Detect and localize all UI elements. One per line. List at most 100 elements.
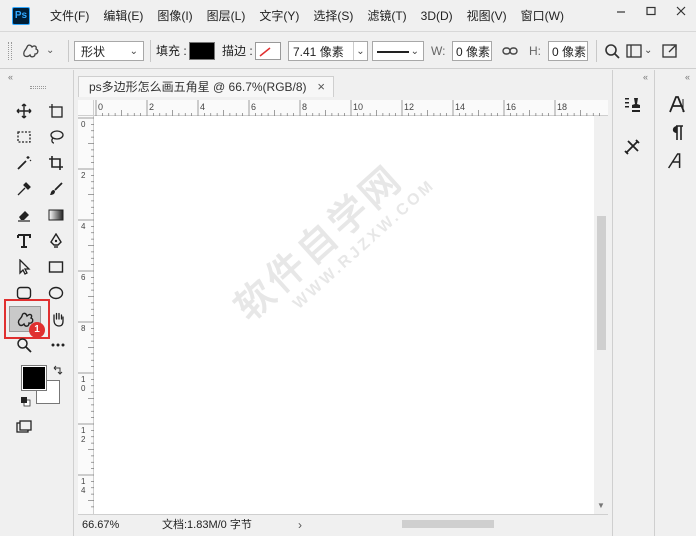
horizontal-scroll-thumb[interactable] [402, 520, 494, 528]
artboard-tool[interactable] [44, 100, 68, 122]
document-canvas[interactable] [94, 116, 594, 514]
document-tab[interactable]: ps多边形怎么画五角星 @ 66.7%(RGB/8) × [78, 76, 334, 97]
stroke-swatch[interactable] [255, 42, 281, 60]
fill-swatch[interactable] [189, 42, 215, 60]
ruler-label: 4 [81, 486, 86, 495]
width-input[interactable]: 0 像素 [452, 41, 492, 61]
type-icon [17, 234, 31, 248]
menu-type[interactable]: 文字(Y) [259, 0, 299, 32]
custom-shape-icon [23, 44, 39, 58]
more-tools-button[interactable] [46, 334, 70, 356]
close-document-button[interactable]: × [317, 77, 325, 97]
path-selection-tool[interactable] [12, 256, 36, 278]
photoshop-logo: Ps [12, 7, 30, 25]
ruler-label: 1 [81, 426, 86, 435]
pen-icon [50, 233, 62, 248]
stroke-label: 描边 : [222, 44, 253, 58]
search-button[interactable] [604, 41, 620, 61]
zoom-level[interactable]: 66.67% [82, 515, 119, 535]
zoom-tool[interactable] [12, 334, 36, 356]
artboard-icon [49, 104, 63, 118]
eraser-tool[interactable] [12, 204, 36, 226]
window-controls [606, 0, 696, 22]
scroll-down-icon[interactable]: ▼ [597, 501, 605, 510]
stroke-width-input[interactable]: 7.41 像素 ⌄ [288, 41, 368, 61]
hand-tool[interactable] [46, 308, 70, 330]
collapse-panel-icon[interactable]: « [8, 72, 13, 82]
move-tool[interactable] [12, 100, 36, 122]
ruler-label: 16 [506, 102, 516, 112]
brush-icon [50, 182, 63, 195]
maximize-button[interactable] [636, 0, 666, 22]
vertical-scrollbar[interactable]: ▼ [594, 116, 608, 514]
quick-mask-button[interactable] [12, 416, 36, 438]
vertical-scroll-thumb[interactable] [597, 216, 606, 350]
collapse-panel-icon[interactable]: « [685, 72, 690, 82]
crop-tool[interactable] [44, 152, 68, 174]
stroke-type-select[interactable]: ⌄ [372, 41, 424, 61]
paragraph-panel-button[interactable] [659, 120, 695, 146]
workspace-icon [626, 44, 642, 58]
horizontal-ruler: 0 2 4 6 8 10 12 14 16 18 [78, 100, 608, 116]
menu-select[interactable]: 选择(S) [313, 0, 353, 32]
no-stroke-icon [259, 47, 271, 57]
height-input[interactable]: 0 像素 [548, 41, 588, 61]
default-colors-button[interactable] [20, 396, 32, 408]
link-dimensions-button[interactable] [502, 41, 518, 61]
menu-file[interactable]: 文件(F) [50, 0, 89, 32]
ruler-origin[interactable] [78, 100, 94, 116]
more-icon [51, 343, 65, 347]
move-icon [16, 103, 32, 119]
pen-tool[interactable] [44, 230, 68, 252]
marquee-tool[interactable] [12, 126, 36, 148]
minimize-button[interactable] [606, 0, 636, 22]
chevron-down-icon: ⌄ [644, 45, 653, 56]
ruler-label: 4 [200, 102, 205, 112]
lasso-tool[interactable] [44, 126, 68, 148]
menu-filter[interactable]: 滤镜(T) [367, 0, 406, 32]
hand-icon [53, 312, 64, 327]
collapse-panel-icon[interactable]: « [643, 72, 648, 82]
ruler-label: 14 [455, 102, 465, 112]
close-window-button[interactable] [666, 0, 696, 22]
menu-image[interactable]: 图像(I) [157, 0, 192, 32]
glyphs-panel-button[interactable] [659, 148, 695, 174]
ruler-label: 0 [98, 102, 103, 112]
rectangle-icon [48, 261, 64, 273]
tools-panel: « 1 [0, 70, 74, 536]
type-tool[interactable] [12, 230, 36, 252]
panel-dock-1: « [612, 70, 652, 536]
status-menu-arrow-icon[interactable]: › [298, 515, 302, 535]
chevron-down-icon: ⌄ [353, 42, 367, 60]
divider [596, 40, 597, 62]
rectangle-tool[interactable] [44, 256, 68, 278]
clone-source-panel-button[interactable] [615, 92, 651, 118]
ruler-label: 2 [149, 102, 154, 112]
ruler-label: 10 [353, 102, 363, 112]
menu-edit[interactable]: 编辑(E) [103, 0, 143, 32]
mode-value: 形状 [81, 45, 106, 59]
options-bar: ⌄ 形状 ⌄ 填充 : 描边 : 7.41 像素 ⌄ ⌄ W: 0 像素 H: … [0, 33, 696, 69]
eyedropper-tool[interactable] [12, 178, 36, 200]
share-button[interactable] [662, 41, 678, 61]
menu-bar: Ps 文件(F) 编辑(E) 图像(I) 图层(L) 文字(Y) 选择(S) 滤… [0, 0, 696, 32]
tool-presets-panel-button[interactable] [615, 134, 651, 160]
workspace-button[interactable] [626, 41, 642, 61]
character-panel-button[interactable] [659, 92, 695, 118]
swap-colors-button[interactable] [52, 364, 64, 376]
horizontal-scrollbar[interactable] [312, 517, 594, 530]
menu-layer[interactable]: 图层(L) [207, 0, 246, 32]
menu-window[interactable]: 窗口(W) [521, 0, 564, 32]
mode-select[interactable]: 形状 ⌄ [74, 41, 144, 61]
stroke-width-value: 7.41 像素 [293, 45, 344, 59]
gradient-tool[interactable] [44, 204, 68, 226]
menu-view[interactable]: 视图(V) [467, 0, 507, 32]
brush-tool[interactable] [44, 178, 68, 200]
menu-3d[interactable]: 3D(D) [421, 0, 453, 32]
tool-preset-picker[interactable]: ⌄ [20, 41, 62, 61]
ruler-label: 2 [81, 171, 86, 180]
options-grip [8, 42, 12, 60]
document-size: 文档:1.83M/0 字节 [162, 519, 252, 531]
foreground-color-swatch[interactable] [21, 365, 47, 391]
magic-wand-tool[interactable] [12, 152, 36, 174]
